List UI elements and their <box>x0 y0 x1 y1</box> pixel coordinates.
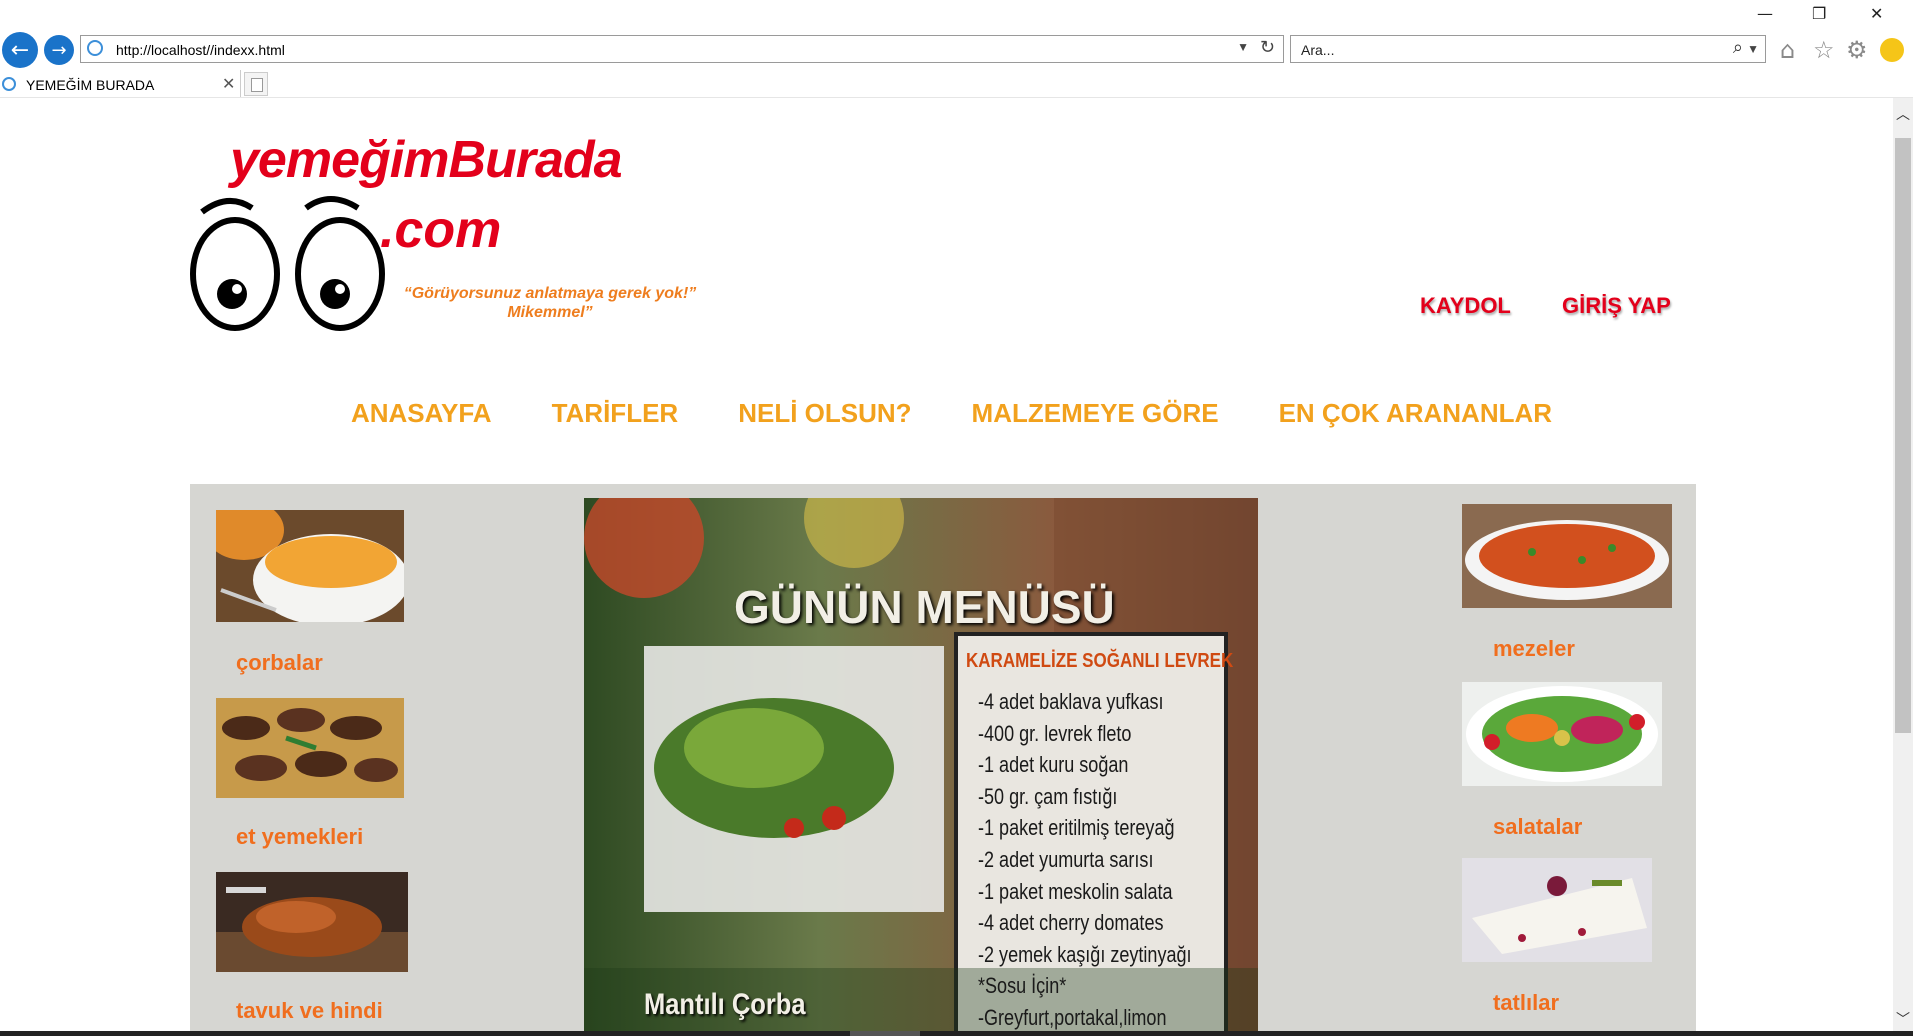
favorites-star-icon[interactable]: ☆ <box>1813 36 1835 64</box>
meatballs-photo <box>216 698 404 798</box>
taskbar-highlight <box>850 1031 920 1036</box>
meat-image[interactable] <box>216 698 404 798</box>
tab-ie-icon <box>2 77 16 91</box>
appetizer-photo <box>1462 504 1672 608</box>
recipe-title: KARAMELİZE SOĞANLI LEVREK <box>966 650 1234 672</box>
ingredient-item: *Sosu İçin* <box>978 973 1067 999</box>
ingredient-item: -Greyfurt,portakal,limon <box>978 1004 1167 1030</box>
category-salads[interactable]: salatalar <box>1493 814 1582 840</box>
content-panel: çorbalar et yemekleri tavuk ve hindi GÜN… <box>190 484 1696 1031</box>
roast-turkey-photo <box>216 872 408 972</box>
salad-photo <box>1462 682 1662 786</box>
soup-photo <box>216 510 404 622</box>
category-meat[interactable]: et yemekleri <box>236 824 363 850</box>
new-tab-icon <box>251 78 263 92</box>
minimize-button[interactable]: — <box>1757 4 1773 23</box>
search-icon[interactable]: ⌕ <box>1733 37 1743 58</box>
search-dropdown-icon[interactable]: ▼ <box>1747 42 1759 56</box>
category-soups[interactable]: çorbalar <box>236 650 323 676</box>
category-desserts[interactable]: tatlılar <box>1493 990 1559 1016</box>
nav-most-searched[interactable]: EN ÇOK ARANANLAR <box>1279 398 1552 429</box>
register-link[interactable]: KAYDOL <box>1420 293 1511 319</box>
desserts-image[interactable] <box>1462 858 1652 962</box>
poultry-image[interactable] <box>216 872 408 972</box>
forward-button[interactable]: → <box>44 35 74 65</box>
main-nav: ANASAYFA TARİFLER NELİ OLSUN? MALZEMEYE … <box>0 398 1893 429</box>
browser-chrome: — ❐ ✕ ← → http://localhost//indexx.html … <box>0 0 1913 98</box>
forward-arrow-icon: → <box>51 39 67 61</box>
brand-domain: .com <box>380 201 502 259</box>
category-appetizers[interactable]: mezeler <box>1493 636 1575 662</box>
daily-menu-banner[interactable]: GÜNÜN MENÜSÜ KARAMELİZE SOĞANLI LEVREK -… <box>584 498 1258 1031</box>
soup-image[interactable] <box>216 510 404 622</box>
ingredient-item: -4 adet cherry domates <box>978 910 1164 936</box>
ingredient-item: -2 yemek kaşığı zeytinyağı <box>978 941 1192 967</box>
back-button[interactable]: ← <box>2 32 38 68</box>
tab-close-icon[interactable]: ✕ <box>222 74 235 94</box>
ingredient-item: -400 gr. levrek fleto <box>978 720 1132 746</box>
nav-what-to-cook[interactable]: NELİ OLSUN? <box>738 398 911 429</box>
ingredient-item: -2 adet yumurta sarısı <box>978 846 1154 872</box>
restore-button[interactable]: ❐ <box>1812 4 1826 23</box>
site-logo[interactable]: yemeğimBurada .com “Görüyorsunuz anlatma… <box>190 130 710 350</box>
address-url[interactable]: http://localhost//indexx.html <box>116 42 285 58</box>
scroll-up-icon[interactable]: ︿ <box>1896 104 1910 124</box>
refresh-icon[interactable]: ↻ <box>1260 37 1275 58</box>
tab-active[interactable]: YEMEĞİM BURADA ✕ <box>0 70 241 98</box>
ingredient-item: -1 adet kuru soğan <box>978 752 1129 778</box>
ingredient-item: -1 paket eritilmiş tereyağ <box>978 815 1175 841</box>
salads-image[interactable] <box>1462 682 1662 786</box>
ingredient-list: -4 adet baklava yufkası -400 gr. levrek … <box>978 686 1238 1031</box>
new-tab-button[interactable] <box>244 72 268 96</box>
ingredient-item: -1 paket meskolin salata <box>978 878 1173 904</box>
login-link[interactable]: GİRİŞ YAP <box>1562 293 1671 319</box>
home-icon[interactable]: ⌂ <box>1780 36 1795 64</box>
scroll-down-icon[interactable]: ﹀ <box>1896 1009 1910 1029</box>
search-input[interactable]: Ara... <box>1301 42 1334 58</box>
brand-name: yemeğimBurada <box>230 131 623 189</box>
ie-page-icon <box>87 40 103 56</box>
address-dropdown-icon[interactable]: ▼ <box>1237 40 1249 54</box>
ingredient-item: -4 adet baklava yufkası <box>978 689 1164 714</box>
page-viewport: yemeğimBurada .com “Görüyorsunuz anlatma… <box>0 98 1893 1031</box>
dessert-photo <box>1462 858 1652 962</box>
scroll-thumb[interactable] <box>1895 138 1911 733</box>
nav-by-ingredient[interactable]: MALZEMEYE GÖRE <box>972 398 1219 429</box>
back-arrow-icon: ← <box>10 37 30 63</box>
nav-home[interactable]: ANASAYFA <box>351 398 492 429</box>
taskbar-edge <box>0 1031 1913 1036</box>
close-window-button[interactable]: ✕ <box>1870 4 1883 23</box>
ingredient-item: -50 gr. çam fıstığı <box>978 783 1118 809</box>
category-poultry[interactable]: tavuk ve hindi <box>236 998 383 1024</box>
settings-gear-icon[interactable]: ⚙ <box>1846 36 1868 64</box>
feedback-smiley-icon[interactable] <box>1880 38 1904 62</box>
tab-title: YEMEĞİM BURADA <box>26 77 155 93</box>
appetizers-image[interactable] <box>1462 504 1672 608</box>
vertical-scrollbar[interactable]: ︿ ﹀ <box>1893 98 1913 1031</box>
nav-recipes[interactable]: TARİFLER <box>552 398 679 429</box>
soup-label: Mantılı Çorba <box>644 988 806 1021</box>
eyes-logo-icon <box>190 196 385 331</box>
brand-tagline: “Görüyorsunuz anlatmaya gerek yok!” Mike… <box>403 285 697 321</box>
address-bar[interactable]: http://localhost//indexx.html ▼ ↻ <box>80 35 1284 63</box>
search-box[interactable]: Ara... ⌕ ▼ <box>1290 35 1766 63</box>
daily-menu-title: GÜNÜN MENÜSÜ <box>734 581 1115 633</box>
